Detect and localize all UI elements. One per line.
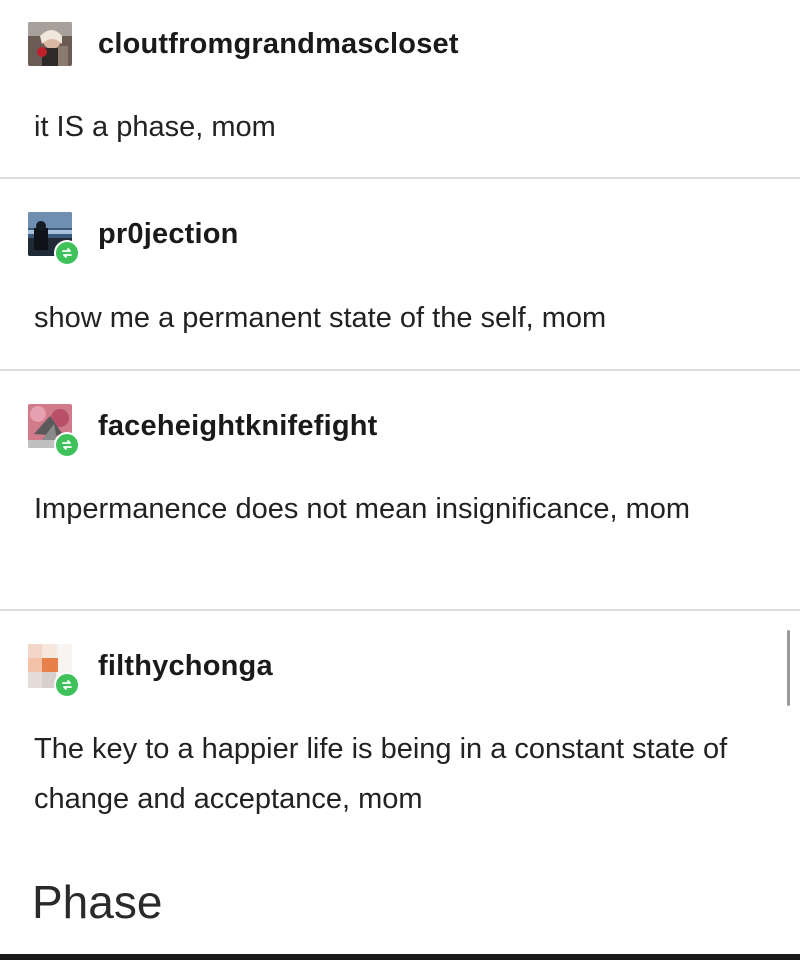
avatar-image <box>28 22 72 66</box>
post-text: The key to a happier life is being in a … <box>34 733 728 815</box>
username[interactable]: filthychonga <box>98 650 273 683</box>
avatar[interactable] <box>28 22 72 66</box>
divider <box>0 609 800 611</box>
post-header: filthychonga <box>28 644 273 698</box>
caption-text: Phase <box>32 876 163 928</box>
avatar[interactable] <box>28 644 80 698</box>
scrollbar[interactable] <box>787 630 790 706</box>
username[interactable]: pr0jection <box>98 218 239 251</box>
post-header: cloutfromgrandmascloset <box>28 22 459 66</box>
post-text: Impermanence does not mean insignificanc… <box>34 493 691 525</box>
post-text: it IS a phase, mom <box>34 111 276 143</box>
avatar[interactable] <box>28 212 80 266</box>
username[interactable]: cloutfromgrandmascloset <box>98 28 459 61</box>
divider <box>0 369 800 371</box>
post-header: pr0jection <box>28 212 239 266</box>
post-header: faceheightknifefight <box>28 404 378 458</box>
reblog-icon <box>54 432 80 458</box>
reblog-icon <box>54 672 80 698</box>
avatar[interactable] <box>28 404 80 458</box>
divider <box>0 177 800 179</box>
reblog-icon <box>54 240 80 266</box>
username[interactable]: faceheightknifefight <box>98 410 378 443</box>
post-text: show me a permanent state of the self, m… <box>34 302 607 334</box>
bottom-border <box>0 954 800 960</box>
